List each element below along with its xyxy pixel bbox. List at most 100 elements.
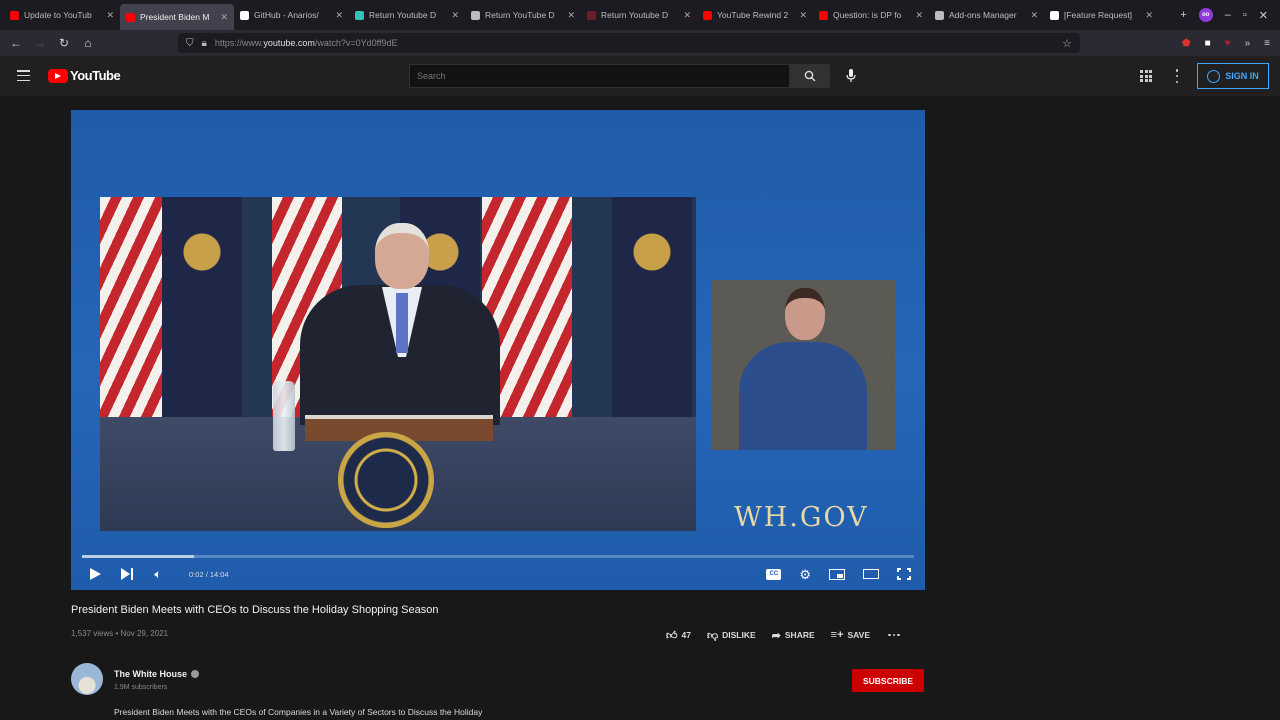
tab-close-icon[interactable]: ✕ — [799, 10, 807, 21]
search-input[interactable]: Search — [409, 64, 790, 88]
save-label: SAVE — [847, 630, 871, 640]
tab-label: President Biden M — [140, 12, 210, 22]
save-button[interactable]: ≡+ SAVE — [831, 629, 870, 641]
tab-close-icon[interactable]: ✕ — [683, 10, 691, 21]
share-arrow-icon: ➦ — [771, 629, 781, 642]
shield-icon[interactable]: ⛉ — [186, 38, 194, 49]
video-actions: 👍︎ 47 👎︎ DISLIKE ➦ SHARE ≡+ SAVE — [666, 626, 900, 644]
dislike-extension-icon[interactable]: ♥ — [1225, 38, 1231, 49]
play-icon — [89, 568, 101, 580]
youtube-logo-text: YouTube — [70, 68, 121, 83]
tab-favicon-icon — [10, 10, 19, 20]
channel-avatar[interactable] — [71, 663, 103, 695]
upload-date: Nov 29, 2021 — [120, 629, 169, 638]
tab-favicon-icon — [240, 10, 249, 20]
tab-close-icon[interactable]: ✕ — [220, 12, 228, 23]
home-icon[interactable]: ⌂ — [76, 36, 100, 50]
thumbs-down-icon: 👎︎ — [706, 629, 719, 642]
tab-favicon-icon — [587, 10, 596, 20]
reload-icon[interactable]: ↻ — [52, 36, 76, 50]
browser-tab[interactable]: [Feature Request] ✕ — [1044, 0, 1159, 30]
extension-square-icon[interactable]: ■ — [1205, 38, 1211, 49]
more-actions-icon[interactable] — [888, 633, 900, 637]
player-controls: 🔈︎ 0:02 / 14:04 CC ⚙ — [71, 558, 925, 590]
settings-more-icon[interactable] — [1174, 69, 1180, 83]
tab-favicon-icon — [126, 12, 135, 22]
tab-label: Question: is DP fo — [833, 10, 902, 20]
tab-favicon-icon — [355, 10, 364, 20]
youtube-logo[interactable]: YouTube — [48, 68, 121, 83]
browser-tab[interactable]: Return YouTube D ✕ — [465, 0, 581, 30]
channel-name-row[interactable]: The White House — [114, 669, 200, 679]
apps-grid-icon[interactable] — [1140, 70, 1152, 82]
tab-close-icon[interactable]: ✕ — [567, 10, 575, 21]
settings-gear-icon[interactable]: ⚙ — [799, 568, 811, 581]
back-icon[interactable]: ← — [4, 36, 28, 50]
tab-favicon-icon — [471, 10, 480, 20]
dislike-button[interactable]: 👎︎ DISLIKE — [707, 629, 756, 642]
browser-tab[interactable]: Question: is DP fo ✕ — [813, 0, 929, 30]
guide-menu-icon[interactable] — [17, 70, 30, 81]
tab-label: Return YouTube D — [485, 10, 555, 20]
sign-in-button[interactable]: SIGN IN — [1197, 63, 1269, 89]
restore-icon[interactable]: ▫ — [1243, 9, 1247, 21]
new-tab-icon[interactable]: + — [1180, 9, 1186, 21]
wh-gov-watermark: WH.GOV — [734, 502, 869, 533]
tab-close-icon[interactable]: ✕ — [1030, 10, 1038, 21]
tab-close-icon[interactable]: ✕ — [1145, 10, 1153, 21]
browser-tab[interactable]: Return Youtube D ✕ — [581, 0, 697, 30]
mute-button[interactable]: 🔈︎ — [135, 558, 181, 590]
ublock-icon[interactable]: ⬟ — [1182, 38, 1191, 49]
presidential-flag — [612, 197, 692, 417]
url-host: youtube.com — [263, 38, 315, 48]
browser-tab[interactable]: Update to YouTub ✕ — [4, 0, 120, 30]
extension-icon[interactable]: oo — [1198, 8, 1213, 22]
video-description: President Biden Meets with the CEOs of C… — [114, 707, 483, 717]
forward-icon[interactable]: → — [28, 36, 52, 50]
search-button[interactable] — [790, 64, 830, 88]
channel-name[interactable]: The White House — [114, 669, 187, 679]
account-icon — [1207, 69, 1221, 83]
youtube-play-logo-icon — [48, 68, 68, 83]
browser-tab[interactable]: GitHub - Anarios/ ✕ — [234, 0, 349, 30]
close-window-icon[interactable]: ✕ — [1259, 9, 1268, 22]
miniplayer-icon[interactable] — [829, 568, 845, 580]
tab-close-icon[interactable]: ✕ — [451, 10, 459, 21]
theater-mode-icon[interactable] — [863, 569, 879, 579]
player-controls-right: CC ⚙ — [766, 558, 911, 590]
app-menu-icon[interactable]: ≡ — [1264, 38, 1270, 49]
play-button[interactable] — [71, 558, 119, 590]
subtitles-button[interactable]: CC — [766, 568, 782, 580]
presidential-seal — [338, 432, 434, 528]
subscribe-button[interactable]: SUBSCRIBE — [852, 669, 924, 692]
dislike-label: DISLIKE — [722, 630, 756, 640]
video-frame-briefing-room — [100, 197, 696, 531]
tab-label: Update to YouTub — [24, 10, 92, 20]
url-path: /watch?v=0Yd0ff9dE — [314, 38, 398, 48]
like-button[interactable]: 👍︎ 47 — [666, 629, 691, 642]
next-button[interactable] — [119, 558, 135, 590]
bookmark-star-icon[interactable]: ☆ — [1062, 37, 1072, 50]
browser-tab[interactable]: President Biden M ✕ — [120, 4, 234, 30]
browser-tab[interactable]: Return Youtube D ✕ — [349, 0, 465, 30]
tab-favicon-icon — [935, 10, 944, 20]
tab-favicon-icon — [819, 10, 828, 20]
video-player[interactable]: WH.GOV 🔈︎ 0:02 / 14:04 CC ⚙ — [71, 110, 925, 590]
tab-close-icon[interactable]: ✕ — [106, 10, 114, 21]
tab-close-icon[interactable]: ✕ — [915, 10, 923, 21]
share-button[interactable]: ➦ SHARE — [772, 629, 815, 642]
overflow-chevron-icon[interactable]: » — [1245, 38, 1251, 49]
browser-tab[interactable]: Add-ons Manager ✕ — [929, 0, 1044, 30]
url-bar[interactable]: ⛉ 🔒︎ https://www. youtube.com/watch?v=0Yd… — [178, 33, 1080, 53]
fullscreen-icon[interactable] — [897, 568, 911, 580]
browser-tab[interactable]: YouTube Rewind 2 ✕ — [697, 0, 813, 30]
time-current: 0:02 — [189, 569, 204, 579]
sign-language-interpreter-inset — [711, 280, 895, 450]
toolbar-extensions: ⬟ ■ ♥ » ≡ — [1182, 30, 1270, 56]
video-title: President Biden Meets with CEOs to Discu… — [71, 604, 439, 616]
tab-close-icon[interactable]: ✕ — [335, 10, 343, 21]
minimize-icon[interactable]: – — [1225, 9, 1231, 21]
lock-icon: 🔒︎ — [201, 37, 207, 49]
browser-tab-bar: Update to YouTub ✕ President Biden M ✕ GitHu… — [0, 0, 1280, 30]
voice-search-icon[interactable] — [845, 67, 857, 85]
